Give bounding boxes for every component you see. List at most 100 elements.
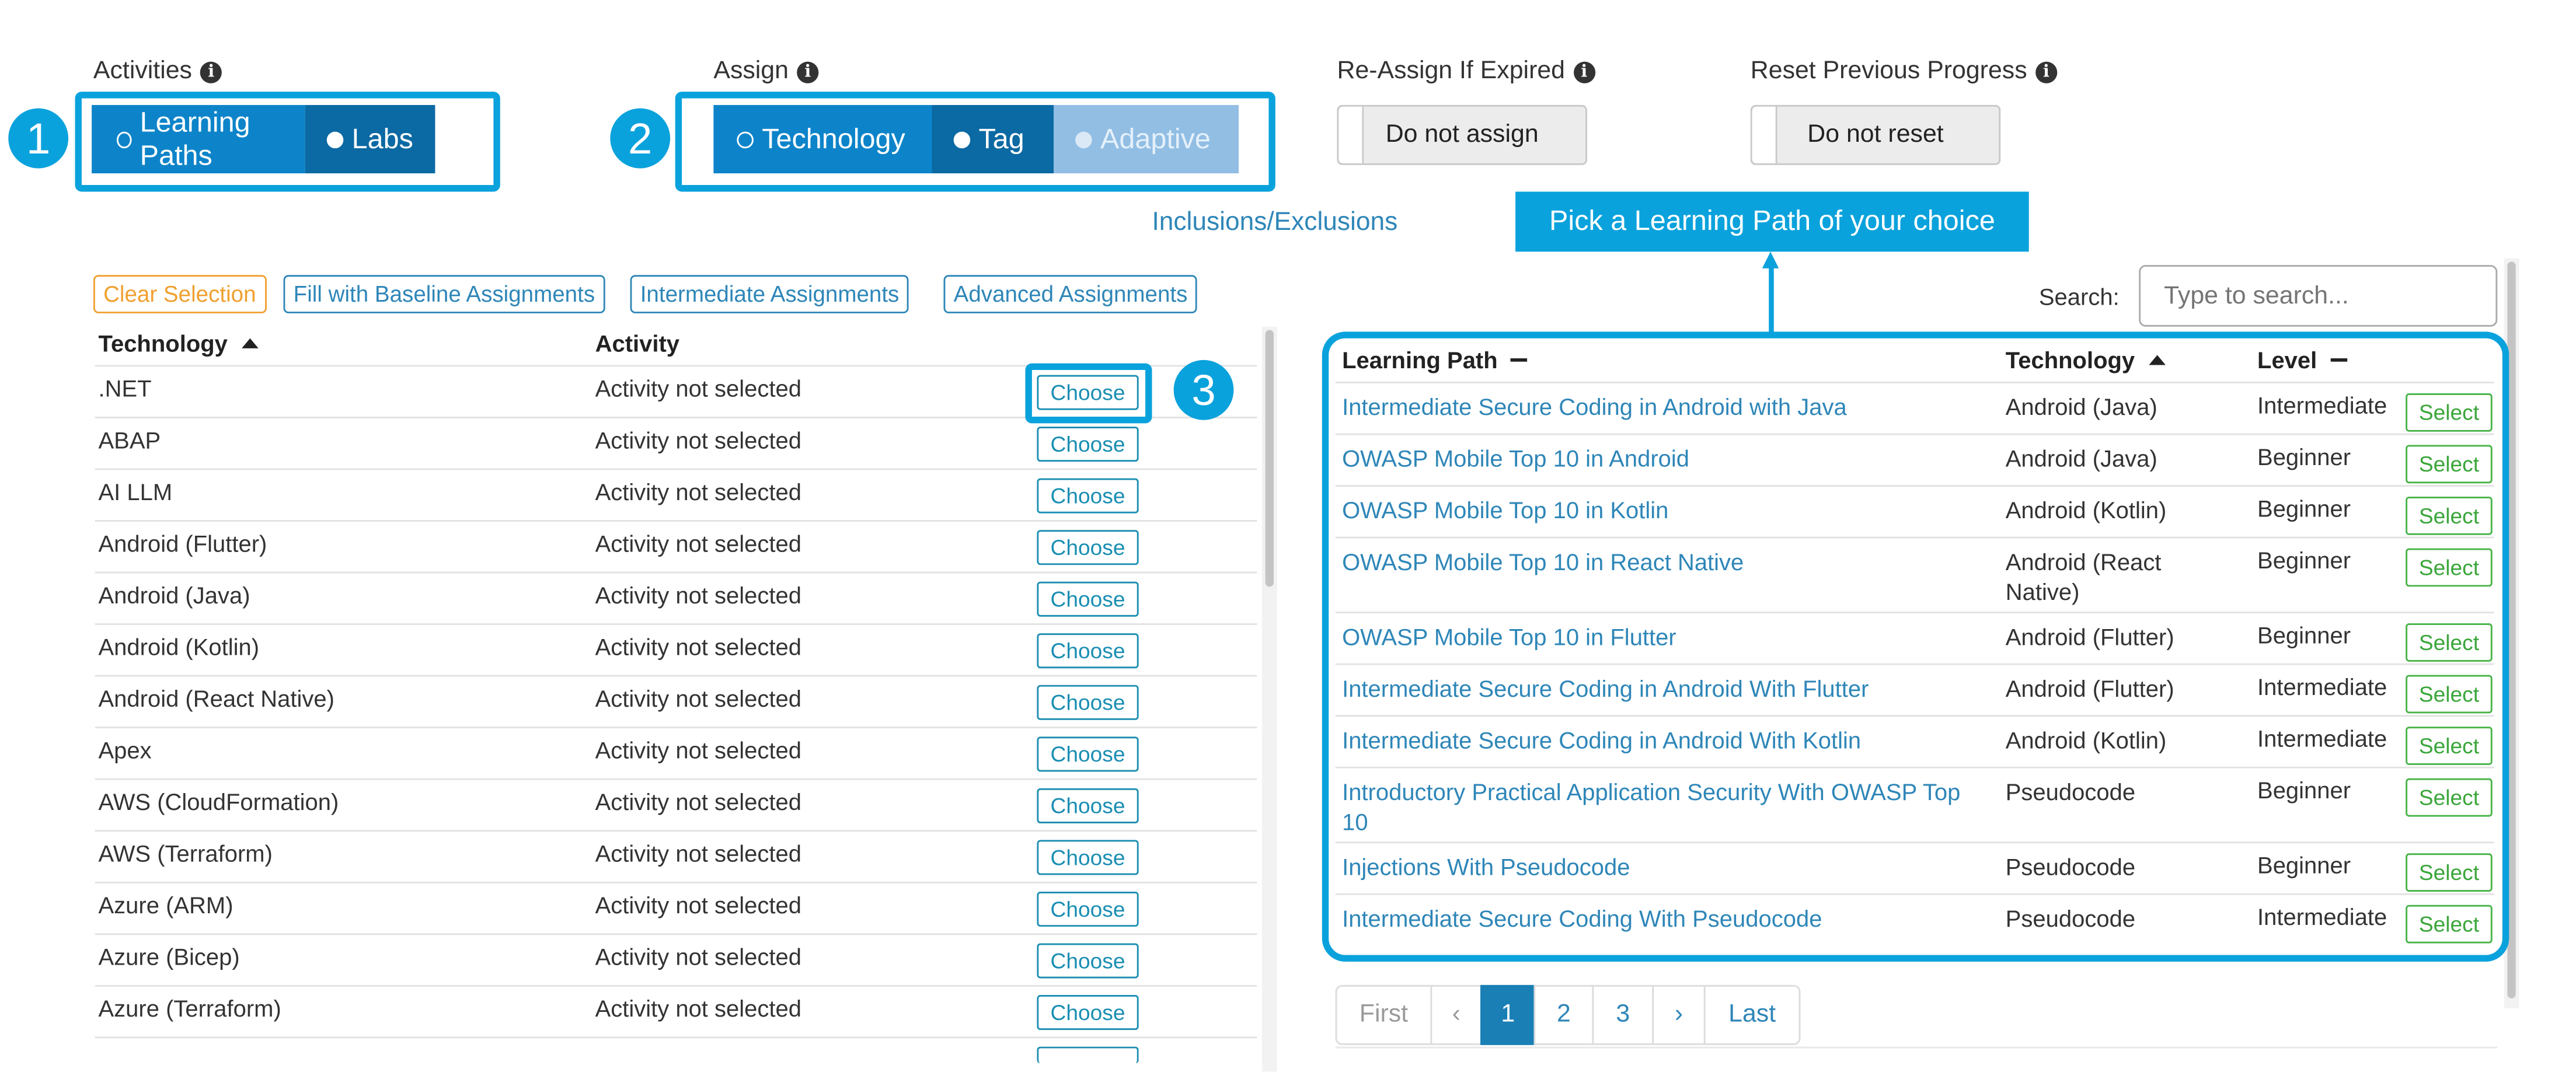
technology-cell: Android (Java): [98, 581, 250, 609]
reassign-toggle-button[interactable]: Do not assign: [1337, 104, 1587, 165]
choose-button[interactable]: Choose: [1037, 478, 1139, 514]
table-row: Android (Java) Activity not selected Choos…: [95, 571, 1257, 624]
choose-button[interactable]: Choose: [1037, 995, 1139, 1031]
fill-baseline-button[interactable]: Fill with Baseline Assignments: [283, 275, 605, 313]
left-table-scrollbar[interactable]: [1261, 326, 1277, 1072]
table-row: Android (React Native) Activity not selec…: [95, 675, 1257, 727]
reassign-label: Re-Assign If Expired i: [1337, 57, 1595, 85]
activity-cell: Activity not selected: [595, 685, 801, 712]
choose-button[interactable]: Choose: [1037, 943, 1139, 979]
table-row: ABAP Activity not selected Choose: [95, 417, 1257, 469]
choose-button[interactable]: Choose: [1037, 427, 1139, 462]
reset-button-label: Do not reset: [1807, 120, 1944, 149]
labs-label: Labs: [351, 122, 413, 155]
activity-cell: Activity not selected: [595, 788, 801, 815]
scrollbar-thumb[interactable]: [1265, 330, 1274, 587]
technology-header-text: Technology: [98, 330, 228, 357]
activity-column-header: Activity: [595, 330, 680, 357]
tag-option-label: Tag: [978, 122, 1024, 155]
page-1-button[interactable]: 1: [1480, 984, 1536, 1045]
info-icon[interactable]: i: [200, 61, 222, 83]
page-3-button[interactable]: 3: [1592, 984, 1654, 1045]
info-icon[interactable]: i: [1573, 61, 1595, 83]
search-input[interactable]: [2139, 265, 2498, 327]
technology-cell: Android (React Native): [98, 685, 334, 712]
callout-arrow-up-icon: [1762, 252, 1779, 268]
reset-label-text: Reset Previous Progress: [1750, 57, 2027, 85]
first-page-button[interactable]: First: [1335, 984, 1432, 1045]
adaptive-option-label: Adaptive: [1100, 122, 1211, 155]
advanced-assignments-button[interactable]: Advanced Assignments: [943, 275, 1198, 313]
activity-cell: Activity not selected: [595, 581, 801, 609]
table-row: AWS (Terraform) Activity not selected Choo…: [95, 830, 1257, 882]
info-icon[interactable]: i: [2035, 61, 2058, 83]
last-page-button[interactable]: Last: [1703, 984, 1801, 1045]
reset-toggle-button[interactable]: Do not reset: [1750, 104, 2001, 165]
table-row: AI LLM Activity not selected Choose: [95, 468, 1257, 521]
activity-cell: Activity not selected: [595, 478, 801, 505]
activity-cell: Activity not selected: [595, 427, 801, 453]
table-row: Apex Activity not selected Choose: [95, 727, 1257, 778]
radio-icon: [326, 131, 344, 148]
next-page-button[interactable]: ›: [1652, 984, 1706, 1045]
callout-arrow-line: [1769, 266, 1774, 334]
choose-button[interactable]: Choose: [1037, 840, 1139, 875]
technology-cell: Azure (ARM): [98, 891, 233, 919]
technology-cell: ABAP: [98, 427, 161, 453]
technology-cell: Apex: [98, 736, 152, 764]
panel-divider: [1335, 1046, 2498, 1049]
tag-option[interactable]: Tag: [932, 104, 1054, 174]
technology-cell: Azure (Terraform): [98, 995, 281, 1022]
info-icon[interactable]: i: [797, 61, 819, 83]
labs-option[interactable]: Labs: [305, 104, 435, 174]
technology-column-header[interactable]: Technology: [99, 330, 258, 357]
activity-cell: Activity not selected: [595, 840, 801, 867]
activity-cell: Activity not selected: [595, 633, 801, 660]
technology-cell: .NET: [98, 375, 152, 402]
technology-option-label: Technology: [762, 122, 905, 155]
choose-button[interactable]: [1037, 1046, 1139, 1064]
technology-cell: Android (Flutter): [98, 530, 267, 557]
activities-label-text: Activities: [93, 57, 192, 85]
learning-paths-option[interactable]: Learning Paths: [92, 104, 305, 174]
technology-cell: AWS (CloudFormation): [98, 788, 339, 815]
choose-button[interactable]: Choose: [1037, 685, 1139, 720]
technology-option[interactable]: Technology: [713, 104, 932, 174]
learning-path-table-frame: [1322, 331, 2509, 962]
table-row-partial: [95, 1036, 1257, 1071]
clear-selection-button[interactable]: Clear Selection: [93, 275, 266, 313]
inclusions-exclusions-link[interactable]: Inclusions/Exclusions: [1152, 208, 1397, 238]
prev-page-button[interactable]: ‹: [1430, 984, 1482, 1045]
table-row: Azure (ARM) Activity not selected Choose: [95, 881, 1257, 934]
table-row: AWS (CloudFormation) Activity not selecte…: [95, 778, 1257, 830]
callout-number-2: 2: [610, 108, 671, 169]
learning-paths-label: Learning Paths: [140, 106, 250, 171]
technology-cell: Android (Kotlin): [98, 633, 260, 660]
intermediate-assignments-button[interactable]: Intermediate Assignments: [630, 275, 909, 313]
adaptive-option[interactable]: Adaptive: [1053, 104, 1239, 174]
assign-label: Assign i: [713, 57, 819, 85]
radio-icon: [1075, 131, 1092, 148]
choose-button[interactable]: Choose: [1037, 736, 1139, 772]
reassign-button-label: Do not assign: [1385, 120, 1539, 149]
reassign-label-text: Re-Assign If Expired: [1337, 57, 1566, 85]
activity-cell: Activity not selected: [595, 530, 801, 557]
activity-cell: Activity not selected: [595, 995, 801, 1022]
assign-toggle: Technology Tag Adaptive: [713, 104, 1239, 174]
page-2-button[interactable]: 2: [1533, 984, 1594, 1045]
table-row: Azure (Bicep) Activity not selected Choose: [95, 933, 1257, 985]
choose-button[interactable]: Choose: [1037, 891, 1139, 927]
choose-button[interactable]: Choose: [1037, 530, 1139, 565]
radio-icon: [116, 131, 132, 148]
choose-button[interactable]: Choose: [1037, 581, 1139, 617]
technology-cell: AI LLM: [98, 478, 173, 505]
choose-button[interactable]: Choose: [1037, 633, 1139, 669]
sort-ascending-icon: [240, 338, 258, 348]
pick-learning-path-banner: Pick a Learning Path of your choice: [1515, 191, 2029, 252]
assign-label-text: Assign: [713, 57, 789, 85]
activity-cell: Activity not selected: [595, 736, 801, 764]
callout-number-1: 1: [8, 108, 69, 169]
table-row: Android (Kotlin) Activity not selected Cho…: [95, 623, 1257, 675]
choose-button[interactable]: Choose: [1037, 788, 1139, 823]
radio-icon: [737, 131, 754, 148]
